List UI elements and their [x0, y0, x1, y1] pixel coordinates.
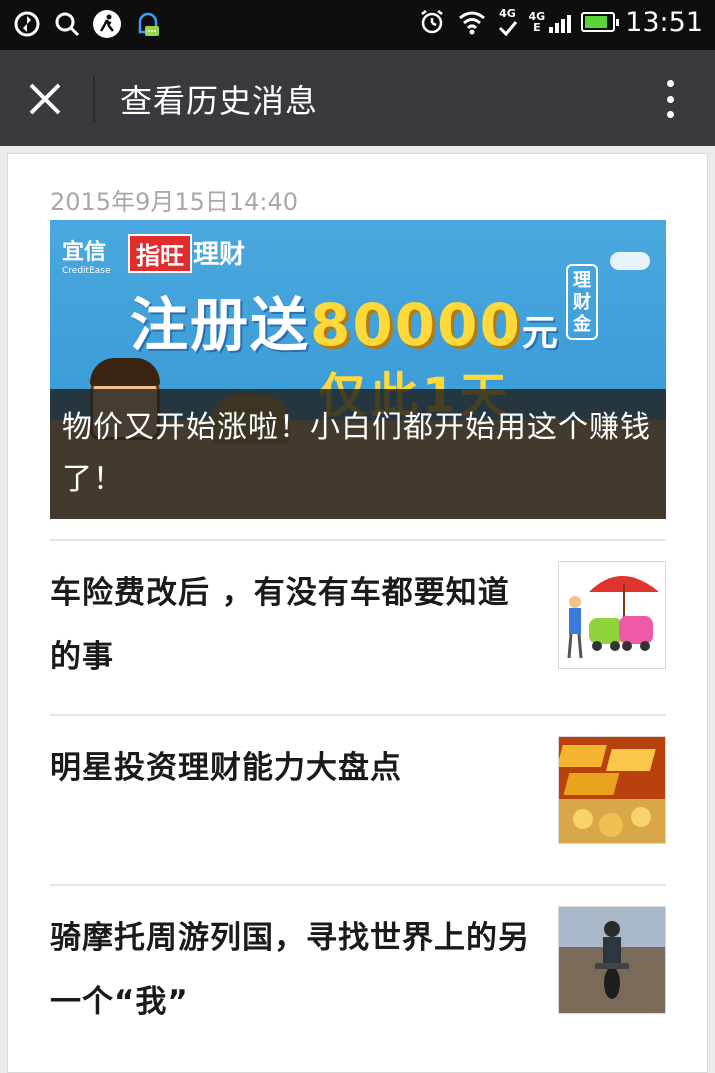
list-item[interactable]: 车险费改后 ，有没有车都要知道的事 — [50, 561, 666, 675]
message-card: 2015年9月15日14:40 宜信 CreditEase 指旺 理财 注册送80… — [7, 153, 708, 1073]
close-icon — [29, 83, 61, 115]
list-item[interactable]: 明星投资理财能力大盘点 — [50, 736, 666, 844]
list-item[interactable]: 骑摩托周游列国，寻找世界上的另一个“我” — [50, 906, 666, 1020]
cover-article[interactable]: 宜信CreditEase 指旺 理财 注册送80000元 理财金 仅此1天 物价… — [50, 220, 666, 519]
search-icon — [52, 8, 82, 40]
article-title: 明星投资理财能力大盘点 — [50, 750, 402, 786]
divider — [50, 714, 666, 716]
ad-headline: 注册送80000元 — [130, 291, 560, 359]
sync-icon — [12, 8, 42, 40]
cloud-icon — [610, 252, 650, 270]
article-title: 车险费改后 ，有没有车都要知道的事 — [50, 575, 510, 675]
ad-logo-licai: 理财 — [193, 240, 246, 270]
ad-logo-zhiwang: 指旺 — [128, 234, 192, 273]
more-dots-icon — [666, 80, 674, 87]
wifi-icon — [457, 6, 487, 38]
ad-logo-creditease: 宜信 CreditEase — [62, 240, 111, 276]
cover-caption: 物价又开始涨啦！小白们都开始用这个赚钱了！ — [50, 389, 666, 519]
network-4g-indicator: 4G — [497, 8, 519, 37]
title-divider — [93, 76, 95, 122]
clock: 13:51 — [625, 6, 703, 38]
ad-badge: 理财金 — [566, 264, 598, 340]
article-thumbnail-gold — [558, 736, 666, 844]
battery-icon — [581, 12, 620, 32]
status-bar: 4G 4G E 13:51 — [0, 0, 715, 50]
notification-icon — [132, 8, 162, 40]
more-options-button[interactable] — [655, 76, 685, 122]
page-title: 查看历史消息 — [120, 82, 319, 120]
walking-icon — [92, 8, 122, 40]
message-date: 2015年9月15日14:40 — [50, 188, 299, 216]
divider — [50, 539, 666, 541]
divider — [50, 884, 666, 886]
signal-icon: 4G E — [529, 11, 572, 33]
close-button[interactable] — [20, 74, 70, 124]
article-thumbnail-motorcycle — [558, 906, 666, 1014]
alarm-icon — [417, 6, 447, 38]
article-title: 骑摩托周游列国，寻找世界上的另一个“我” — [50, 920, 530, 1020]
article-thumbnail-cars — [558, 561, 666, 669]
title-bar: 查看历史消息 — [0, 50, 715, 146]
